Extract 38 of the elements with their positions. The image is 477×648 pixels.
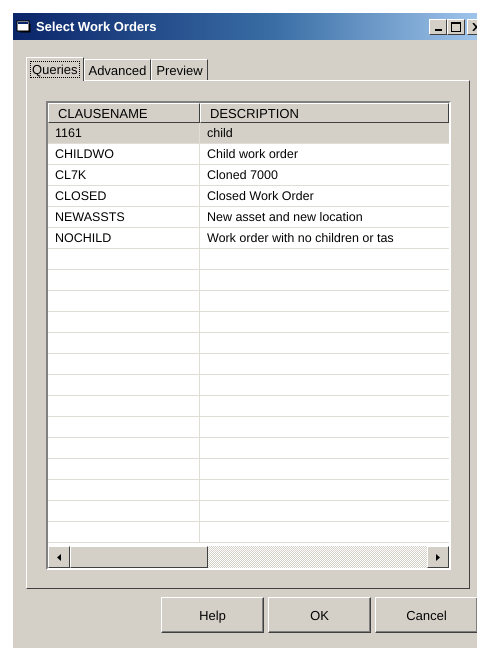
table-row[interactable]: NEWASSTS New asset and new location [48,207,449,228]
table-cell-text: Closed Work Order [206,188,315,205]
right-arrow-icon [436,554,440,560]
table-cell: CLOSED [48,186,200,206]
dialog-button[interactable]: Help [161,597,264,633]
horizontal-scrollbar[interactable] [48,546,449,568]
column-header[interactable]: CLAUSENAME [48,103,200,123]
window-title: Select Work Orders [36,19,158,34]
table-row[interactable]: 1161 child [48,123,449,144]
left-arrow-icon [57,554,61,560]
table-cell: NEWASSTS [48,207,200,227]
table-row[interactable]: CL7K Cloned 7000 [48,165,449,186]
table-cell-text: child [206,125,234,142]
minimize-icon [434,28,442,30]
table-cell: NOCHILD [48,228,200,248]
dialog-button[interactable]: Cancel [375,597,477,633]
table-row[interactable]: NOCHILD Work order with no children or tas [48,228,449,249]
scrollbar-thumb[interactable] [70,546,208,568]
tab[interactable]: Advanced [84,59,152,80]
table-cell-text: Child work order [206,146,300,163]
column-header[interactable]: DESCRIPTION [200,103,449,123]
maximize-icon [451,22,461,32]
scroll-left-button[interactable] [48,546,70,568]
tab[interactable]: Preview [151,59,208,80]
table-row[interactable]: CLOSED Closed Work Order [48,186,449,207]
table-cell: CL7K [48,165,200,185]
table-cell-text: Work order with no children or tas [206,230,395,247]
table-cell: CHILDWO [48,144,200,164]
maximize-button[interactable] [447,18,465,34]
table-cell-text: Cloned 7000 [206,167,279,184]
scroll-right-button[interactable] [427,546,449,568]
dialog-button[interactable]: OK [268,597,371,633]
table-cell: 1161 [48,123,200,143]
table-cell-text: New asset and new location [206,209,364,226]
tab[interactable]: Queries [26,57,84,81]
table-row[interactable]: CHILDWO Child work order [48,144,449,165]
minimize-button[interactable] [429,18,447,34]
window-icon [16,20,32,34]
